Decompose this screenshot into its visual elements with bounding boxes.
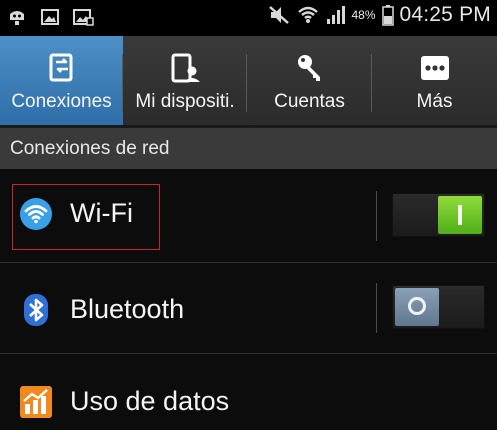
row-divider-vertical bbox=[376, 191, 377, 241]
usb-debugging-icon bbox=[10, 11, 24, 25]
my-device-icon bbox=[170, 49, 200, 87]
bluetooth-label: Bluetooth bbox=[70, 294, 185, 324]
tab-mi-dispositivo[interactable]: Mi dispositi. bbox=[123, 36, 247, 125]
notification-icons bbox=[6, 6, 94, 28]
tab-cuentas[interactable]: Cuentas bbox=[247, 36, 372, 125]
tab-label: Cuentas bbox=[274, 91, 345, 112]
data-usage-icon bbox=[20, 386, 52, 418]
tab-label: Más bbox=[416, 91, 453, 112]
row-divider-vertical bbox=[376, 283, 377, 333]
system-icons: 48% 04:25 PM bbox=[267, 3, 491, 27]
status-bar: 48% 04:25 PM bbox=[0, 0, 497, 36]
tab-label: Mi dispositi. bbox=[135, 91, 235, 112]
toggle-off-knob bbox=[395, 288, 439, 326]
screenshot-icon bbox=[41, 9, 59, 25]
tab-conexiones[interactable]: Conexiones bbox=[0, 36, 123, 125]
data-usage-label: Uso de datos bbox=[70, 386, 230, 416]
tab-label: Conexiones bbox=[11, 91, 112, 112]
list-item-wifi[interactable]: Wi-Fi bbox=[0, 169, 497, 259]
section-title: Conexiones de red bbox=[10, 138, 170, 159]
list-item-data-usage[interactable]: Uso de datos bbox=[0, 355, 497, 430]
toggle-on-indicator bbox=[458, 205, 462, 225]
toggle-off-indicator bbox=[408, 297, 426, 315]
connections-icon bbox=[47, 49, 77, 87]
wifi-toggle-switch[interactable] bbox=[392, 193, 485, 237]
battery-percent: 48% bbox=[351, 8, 376, 22]
key-icon bbox=[294, 49, 326, 87]
tab-mas[interactable]: Más bbox=[372, 36, 497, 125]
picture-icon bbox=[73, 9, 94, 26]
list-item-bluetooth[interactable]: Bluetooth bbox=[0, 263, 497, 353]
wifi-highlight-box bbox=[12, 184, 160, 250]
wifi-signal-icon bbox=[298, 6, 319, 23]
toggle-on-knob bbox=[438, 196, 482, 234]
settings-tab-bar: Conexiones Mi dispositi. Cuentas Más bbox=[0, 36, 497, 128]
section-header: Conexiones de red bbox=[0, 128, 497, 169]
list-divider bbox=[0, 353, 497, 354]
mute-icon bbox=[269, 6, 290, 24]
cell-signal-icon bbox=[327, 6, 346, 24]
more-icon bbox=[419, 49, 451, 87]
bluetooth-icon bbox=[24, 294, 48, 326]
bluetooth-toggle-switch[interactable] bbox=[392, 285, 485, 329]
battery-icon bbox=[381, 5, 394, 26]
clock: 04:25 PM bbox=[399, 3, 491, 26]
